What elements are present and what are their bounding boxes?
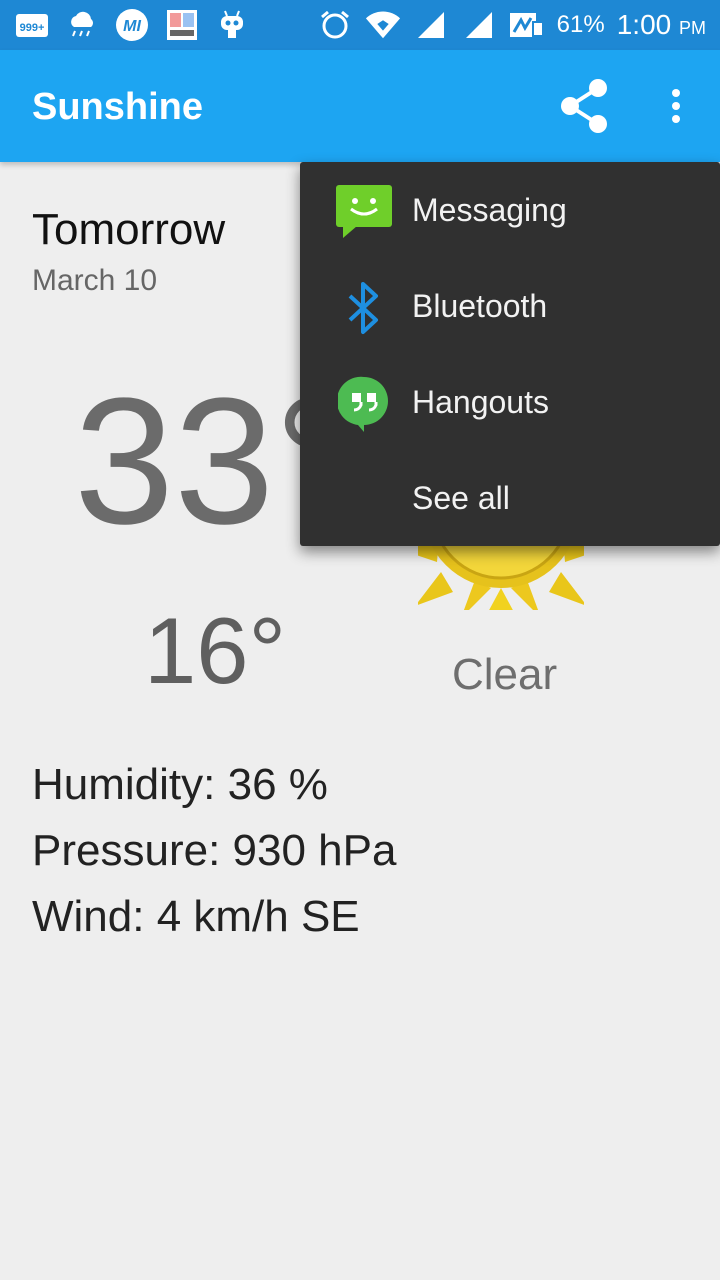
signal-icon: [413, 8, 449, 42]
wind-text: Wind: 4 km/h SE: [32, 892, 360, 941]
condition-text: Clear: [452, 650, 558, 699]
wifi-icon: [365, 8, 401, 42]
status-bar: 999+ MI 61% 1:00 PM: [0, 0, 720, 50]
share-icon: [561, 79, 607, 133]
notification-count: 999+: [20, 22, 45, 34]
battery-percent: 61%: [556, 11, 605, 38]
notification-icon: 999+: [14, 8, 50, 42]
svg-text:MI: MI: [123, 18, 141, 35]
cyanogen-icon: [214, 8, 250, 42]
low-temp: 16°: [144, 598, 287, 703]
clock-time: 1:00: [616, 9, 672, 40]
hangouts-icon: [334, 374, 394, 434]
share-button[interactable]: [548, 74, 620, 138]
clock-ampm: PM: [679, 18, 706, 38]
pressure-text: Pressure: 930 hPa: [32, 826, 397, 875]
more-options-button[interactable]: [650, 74, 702, 138]
mi-icon: MI: [114, 8, 150, 42]
menu-item-label: Messaging: [412, 192, 567, 228]
more-vert-icon: [672, 89, 680, 123]
humidity-text: Humidity: 36 %: [32, 760, 328, 809]
forecast-day: Tomorrow: [32, 205, 226, 254]
app-icon: [164, 8, 200, 42]
menu-item-label: Bluetooth: [412, 288, 548, 324]
signal-icon: [461, 8, 497, 42]
cloud-rain-icon: [64, 8, 100, 42]
menu-item-label: Hangouts: [412, 384, 549, 420]
share-menu: Messaging Bluetooth Hangouts See all: [300, 162, 720, 546]
app-title: Sunshine: [32, 86, 204, 128]
bluetooth-icon: [334, 278, 394, 338]
menu-item-see-all[interactable]: See all: [300, 450, 720, 546]
menu-item-label: See all: [412, 480, 510, 516]
data-icon: [509, 8, 545, 42]
forecast-date: March 10: [32, 264, 158, 297]
clock: 1:00 PM: [617, 9, 706, 41]
menu-item-messaging[interactable]: Messaging: [300, 162, 720, 258]
alarm-icon: [317, 8, 353, 42]
messaging-icon: [334, 182, 394, 242]
menu-item-bluetooth[interactable]: Bluetooth: [300, 258, 720, 354]
app-bar: Sunshine: [0, 50, 720, 162]
menu-item-hangouts[interactable]: Hangouts: [300, 354, 720, 450]
